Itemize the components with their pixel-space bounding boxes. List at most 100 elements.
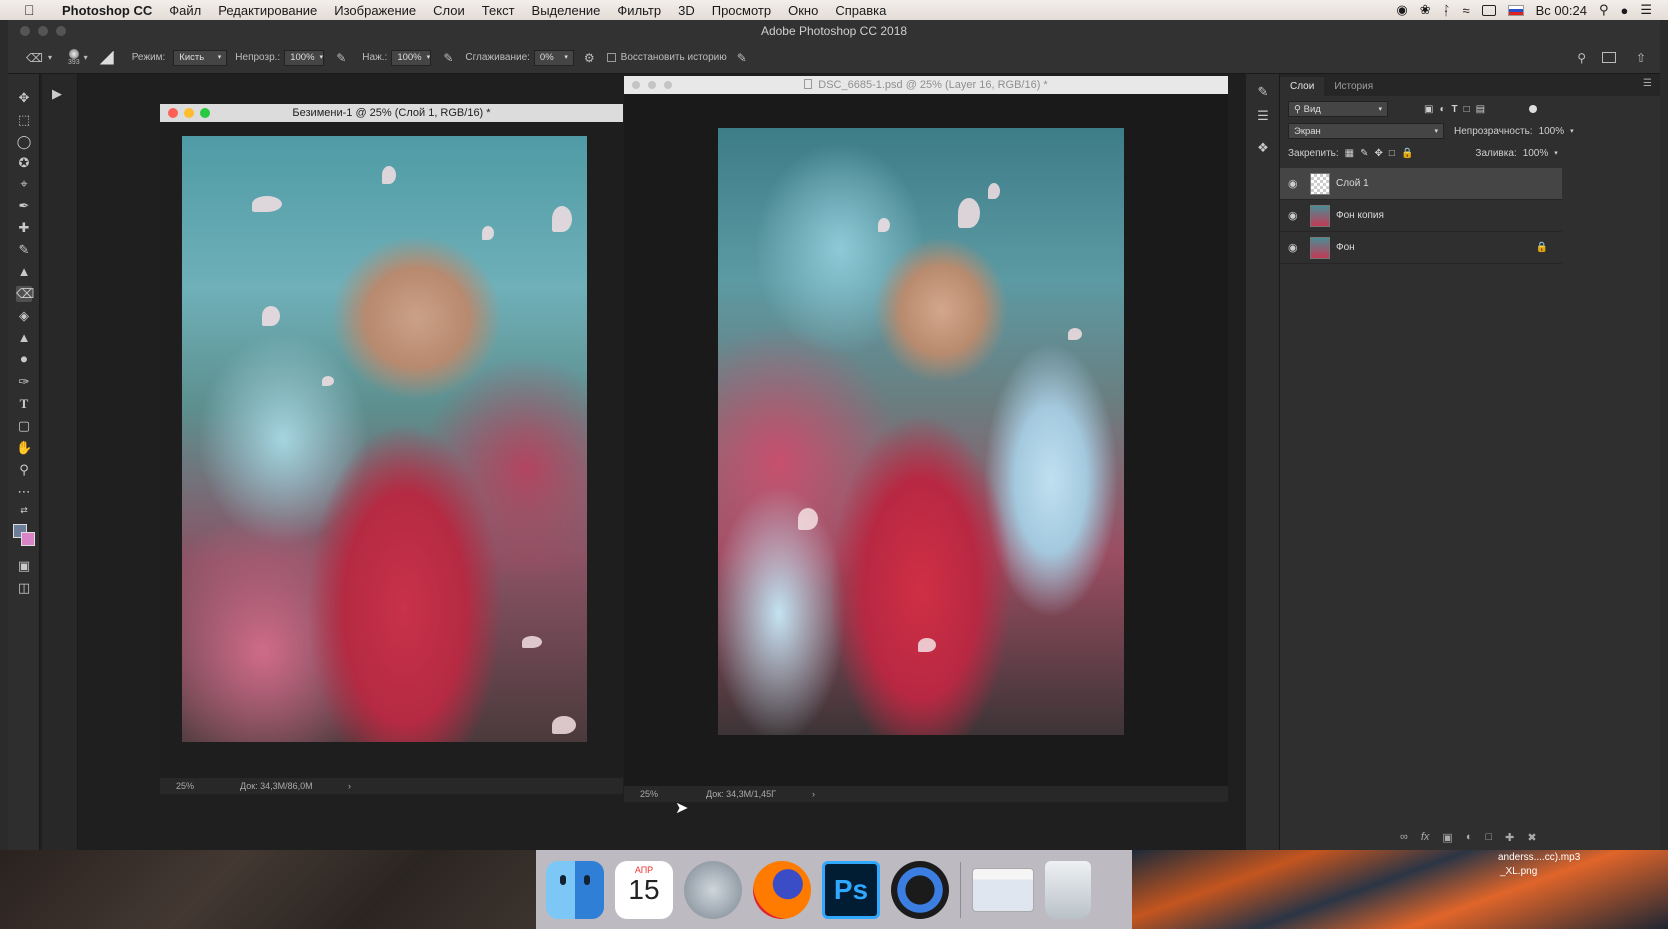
brush-settings-panel-icon[interactable]: ✎ xyxy=(1255,84,1271,100)
smoothing-settings-gear-icon[interactable]: ⚙ xyxy=(584,51,595,65)
document-2-close-button[interactable] xyxy=(632,81,640,89)
quick-mask-icon[interactable]: ▣ xyxy=(16,558,32,574)
record-icon[interactable]: ◉ xyxy=(1396,2,1407,18)
document-2-status-arrow-icon[interactable]: › xyxy=(812,786,815,802)
launchpad-rocket-icon[interactable] xyxy=(684,860,742,919)
document-1-close-button[interactable] xyxy=(168,108,178,118)
paint-bucket-tool-icon[interactable]: ◈ xyxy=(16,308,32,324)
filter-shape-layers-icon[interactable]: □ xyxy=(1464,104,1470,115)
minimize-window-button[interactable] xyxy=(38,26,48,36)
crop-tool-icon[interactable]: ⌖ xyxy=(16,176,32,192)
hand-tool-icon[interactable]: ✋ xyxy=(16,440,32,456)
document-1-zoom[interactable]: 25% xyxy=(176,778,194,794)
rectangle-tool-icon[interactable]: ▢ xyxy=(16,418,32,434)
menu-app-name[interactable]: Photoshop CC xyxy=(62,3,152,18)
tab-layers[interactable]: Слои xyxy=(1280,77,1325,96)
bluetooth-icon[interactable]: ᛛ xyxy=(1443,3,1451,18)
menu-select[interactable]: Выделение xyxy=(532,3,601,18)
menu-image[interactable]: Изображение xyxy=(334,3,416,18)
menu-type[interactable]: Текст xyxy=(482,3,515,18)
menu-view[interactable]: Просмотр xyxy=(712,3,771,18)
document-1-canvas[interactable] xyxy=(182,136,587,742)
opacity-field[interactable]: 100% ▾ xyxy=(284,49,325,66)
eyedropper-tool-icon[interactable]: ✒ xyxy=(16,198,32,214)
apple-icon[interactable]:  xyxy=(24,2,42,18)
pen-tool-icon[interactable]: ✑ xyxy=(16,374,32,390)
filter-type-layers-icon[interactable]: T xyxy=(1452,104,1458,115)
restore-history-checkbox[interactable] xyxy=(606,53,616,62)
filter-adjustment-layers-icon[interactable]: ◐ xyxy=(1439,104,1445,115)
zoom-tool-icon[interactable]: ⚲ xyxy=(16,462,32,478)
menu-edit[interactable]: Редактирование xyxy=(218,3,317,18)
share-icon[interactable]: ⇧ xyxy=(1636,51,1646,65)
type-tool-icon[interactable]: T xyxy=(16,396,32,412)
menu-layers[interactable]: Слои xyxy=(433,3,465,18)
close-window-button[interactable] xyxy=(20,26,30,36)
document-1-title-bar[interactable]: Безимени-1 @ 25% (Слой 1, RGB/16) * xyxy=(160,104,623,122)
new-group-folder-icon[interactable]: □ xyxy=(1485,831,1492,844)
pressure-size-icon[interactable]: ✎ xyxy=(737,51,747,65)
menu-3d[interactable]: 3D xyxy=(678,3,695,18)
zoom-window-button[interactable] xyxy=(56,26,66,36)
delete-layer-trash-icon[interactable]: ✖ xyxy=(1527,831,1536,844)
more-tools-icon[interactable]: ⋯ xyxy=(16,484,32,500)
fill-value[interactable]: 100% xyxy=(1523,148,1549,159)
brush-dropdown-icon[interactable]: ▾ xyxy=(84,53,88,62)
layer-opacity-dropdown-icon[interactable]: ▾ xyxy=(1570,127,1574,135)
workspace-switcher-icon[interactable] xyxy=(1602,52,1616,63)
creative-cloud-icon[interactable]: ❀ xyxy=(1420,2,1431,18)
search-icon[interactable]: ⚲ xyxy=(1577,51,1586,65)
adjustments-panel-icon[interactable]: ☰ xyxy=(1255,108,1271,124)
document-2-zoom[interactable]: 25% xyxy=(640,786,658,802)
desktop-file-1-label[interactable]: anderss....cc).mp3 xyxy=(1498,852,1580,863)
quicktime-icon[interactable] xyxy=(891,860,949,919)
pressure-field[interactable]: 100% ▾ xyxy=(391,49,432,66)
photoshop-dock-icon[interactable]: Ps xyxy=(822,860,880,919)
document-1-status-arrow-icon[interactable]: › xyxy=(348,778,351,794)
eraser-tool-preset-icon[interactable]: ⌫ ▾ xyxy=(26,51,52,65)
add-mask-icon[interactable]: ▣ xyxy=(1442,831,1452,844)
firefox-icon[interactable] xyxy=(753,860,811,919)
wifi-icon[interactable]: ≈ xyxy=(1462,3,1469,18)
play-actions-icon[interactable]: ▶ xyxy=(52,86,62,102)
brush-tool-icon[interactable]: ✎ xyxy=(16,242,32,258)
move-tool-icon[interactable]: ✥ xyxy=(16,90,32,106)
screen-mode-icon[interactable]: ◫ xyxy=(16,580,32,596)
lasso-tool-icon[interactable]: ◯ xyxy=(16,134,32,150)
layer-3-name[interactable]: Фон xyxy=(1336,242,1355,253)
trash-icon[interactable] xyxy=(1045,860,1091,919)
filter-smart-objects-icon[interactable]: ▤ xyxy=(1476,104,1485,115)
lock-position-icon[interactable]: ✥ xyxy=(1375,148,1383,159)
link-layers-icon[interactable]: ∞ xyxy=(1400,831,1408,844)
layer-row-3[interactable]: ◉ Фон 🔒 xyxy=(1280,232,1562,264)
notification-center-icon[interactable]: ☰ xyxy=(1640,2,1652,18)
layer-1-name[interactable]: Слой 1 xyxy=(1336,178,1369,189)
blend-mode-select[interactable]: Экран ▾ xyxy=(1288,123,1444,139)
spotlight-search-icon[interactable]: ⚲ xyxy=(1599,2,1609,18)
calendar-icon[interactable]: АПР 15 xyxy=(615,860,673,919)
menu-file[interactable]: Файл xyxy=(169,3,201,18)
brush-settings-icon[interactable] xyxy=(99,50,114,65)
document-1-minimize-button[interactable] xyxy=(184,108,194,118)
layer-filter-select[interactable]: ⚲ Вид ▾ xyxy=(1288,101,1388,117)
layer-opacity-value[interactable]: 100% xyxy=(1539,126,1565,137)
lock-artboard-icon[interactable]: □ xyxy=(1389,148,1395,159)
document-2-title-bar[interactable]: DSC_6685-1.psd @ 25% (Layer 16, RGB/16) … xyxy=(624,76,1228,94)
restore-history-option[interactable]: Восстановить историю xyxy=(606,52,727,63)
menu-window[interactable]: Окно xyxy=(788,3,818,18)
tab-history[interactable]: История xyxy=(1324,77,1383,96)
layer-1-visibility-eye-icon[interactable]: ◉ xyxy=(1288,177,1302,190)
dodge-tool-icon[interactable]: ⚫ xyxy=(16,352,32,368)
layer-2-visibility-eye-icon[interactable]: ◉ xyxy=(1288,209,1302,222)
lock-pixels-icon[interactable]: ✎ xyxy=(1360,148,1368,159)
layer-style-fx-icon[interactable]: fx xyxy=(1421,831,1430,844)
blur-tool-icon[interactable]: ▲ xyxy=(16,330,32,346)
background-color-swatch[interactable] xyxy=(21,532,35,546)
document-2-minimize-button[interactable] xyxy=(648,81,656,89)
eraser-tool-icon[interactable]: ⌫ xyxy=(16,286,34,302)
siri-icon[interactable]: ● xyxy=(1620,3,1628,18)
opacity-pressure-icon[interactable]: ✎ xyxy=(336,51,346,65)
clock[interactable]: Вс 00:24 xyxy=(1536,3,1587,18)
input-language-flag-icon[interactable] xyxy=(1507,4,1524,16)
menu-help[interactable]: Справка xyxy=(835,3,886,18)
